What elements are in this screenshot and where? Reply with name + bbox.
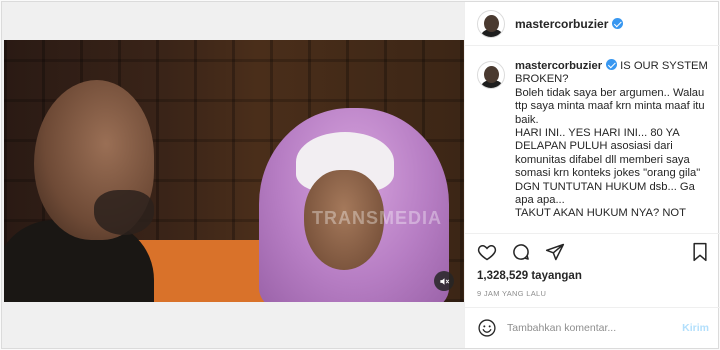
caption-username[interactable]: mastercorbuzier [515,60,602,72]
post-side-panel: mastercorbuzier mastercorbuzier IS OUR S… [464,2,720,348]
share-icon[interactable] [545,242,565,262]
post-media: TRANSMEDIA [2,2,464,348]
caption-section: mastercorbuzier IS OUR SYSTEM BROKEN? Bo… [465,47,720,232]
header-username[interactable]: mastercorbuzier [515,17,608,31]
heart-icon[interactable] [477,242,497,262]
avatar[interactable] [477,9,505,38]
add-comment-bar: Kirim [465,307,720,348]
video-man-beard [94,190,154,235]
comment-icon[interactable] [511,242,531,262]
post-header: mastercorbuzier [465,2,720,46]
comment-input[interactable] [507,322,683,334]
smiley-icon[interactable] [477,318,497,338]
action-icons-group [477,242,565,262]
post-timestamp[interactable]: 9 JAM YANG LALU [477,289,546,298]
video-watermark: TRANSMEDIA [312,208,442,228]
avatar-head [484,66,499,83]
instagram-post: TRANSMEDIA mastercorbuzier mastercorbuzi… [1,1,720,349]
caption-text: mastercorbuzier IS OUR SYSTEM BROKEN? Bo… [515,59,709,232]
speaker-muted-icon [439,276,450,287]
verified-badge-icon [612,18,624,29]
view-count[interactable]: 1,328,529 tayangan [477,270,582,282]
verified-badge-icon [606,59,618,70]
caption-line-4: TAKUT AKAN HUKUM NYA? NOT [515,207,686,220]
caption-avatar[interactable] [477,61,505,89]
video-player[interactable]: TRANSMEDIA [4,40,464,302]
post-comment-button[interactable]: Kirim [682,322,709,334]
caption-line-2: Boleh tidak saya ber argumen.. Walau ttp… [515,86,705,126]
bookmark-icon[interactable] [691,242,709,262]
mute-button[interactable] [434,271,454,291]
caption-line-3: HARI INI.. YES HARI INI... 80 YA DELAPAN… [515,127,701,207]
avatar-head [484,14,499,32]
